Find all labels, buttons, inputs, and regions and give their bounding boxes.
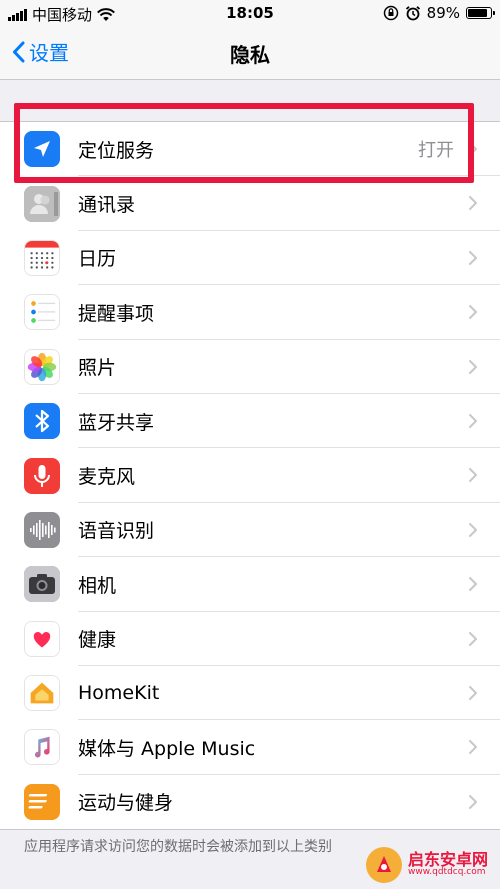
watermark-url: www.qdtdcq.com [408, 867, 486, 878]
list-item[interactable]: 运动与健身 [0, 775, 500, 829]
list-item-label: 照片 [78, 357, 117, 380]
speech-recognition-icon [24, 511, 60, 548]
chevron-right-icon [468, 359, 478, 375]
chevron-right-icon [468, 576, 478, 592]
microphone-icon [24, 457, 60, 494]
list-item-label: HomeKit [78, 682, 160, 705]
navigation-bar: 设置 隐私 [0, 27, 500, 80]
privacy-list: 定位服务 打开 通讯录 日历 提醒事项 照片 蓝牙共享 麦克风 语音识别 相机 健康 HomeKit 媒… [0, 121, 500, 831]
chevron-right-icon [468, 250, 478, 266]
chevron-right-icon [468, 467, 478, 483]
chevron-right-icon [468, 413, 478, 429]
photos-icon [24, 348, 60, 385]
alarm-icon [405, 6, 420, 21]
list-item-label: 媒体与 Apple Music [78, 737, 256, 760]
list-item[interactable]: 通讯录 [0, 176, 500, 231]
list-item[interactable]: 提醒事项 [0, 285, 500, 340]
page-title: 隐私 [230, 43, 270, 67]
motion-fitness-icon [24, 783, 60, 820]
battery-percent: 89% [426, 4, 460, 22]
list-item[interactable]: 媒体与 Apple Music [0, 720, 500, 775]
chevron-right-icon [468, 304, 478, 320]
list-item-label: 蓝牙共享 [78, 411, 155, 434]
health-heart-icon [24, 620, 60, 657]
list-item[interactable]: 健康 [0, 612, 500, 666]
list-item-label: 通讯录 [78, 194, 136, 217]
watermark-name: 启东安卓网 [408, 849, 489, 869]
list-item-label: 日历 [78, 248, 117, 271]
battery-level [468, 9, 488, 17]
chevron-right-icon [468, 739, 478, 755]
list-item[interactable]: 日历 [0, 231, 500, 286]
chevron-right-icon [468, 794, 478, 810]
reminders-icon [24, 294, 60, 331]
list-item[interactable]: 照片 [0, 340, 500, 394]
watermark-text: 启东安卓网 www.qdtdcq.com [408, 851, 488, 878]
battery-icon [466, 7, 495, 19]
list-item[interactable]: 蓝牙共享 [0, 394, 500, 449]
status-right: 89% [383, 4, 495, 22]
list-item-label: 提醒事项 [78, 302, 155, 325]
status-bar: 中国移动 18:05 89% [0, 0, 500, 27]
list-item[interactable]: 相机 [0, 557, 500, 612]
homekit-icon [24, 675, 60, 712]
list-item-label: 健康 [78, 629, 117, 652]
chevron-right-icon [468, 522, 478, 538]
calendar-icon [24, 239, 60, 276]
list-item-label: 相机 [78, 574, 117, 597]
camera-icon [24, 566, 60, 603]
chevron-right-icon [468, 685, 478, 701]
list-item[interactable]: 麦克风 [0, 448, 500, 503]
chevron-right-icon [468, 195, 478, 211]
bluetooth-icon [24, 403, 60, 440]
list-item-label: 语音识别 [78, 520, 155, 543]
chevron-right-icon [468, 631, 478, 647]
list-item-label: 运动与健身 [78, 792, 174, 815]
watermark-logo-icon [366, 846, 402, 883]
highlight-annotation-box [14, 103, 474, 183]
watermark: 启东安卓网 www.qdtdcq.com [364, 842, 494, 887]
footer-note: 应用程序请求访问您的数据时会被添加到以上类别 [24, 839, 332, 855]
orientation-lock-icon [383, 5, 398, 21]
list-item-label: 麦克风 [78, 466, 136, 489]
list-item[interactable]: HomeKit [0, 666, 500, 721]
list-item[interactable]: 语音识别 [0, 503, 500, 558]
contacts-icon [24, 185, 60, 222]
music-note-icon [24, 729, 60, 766]
